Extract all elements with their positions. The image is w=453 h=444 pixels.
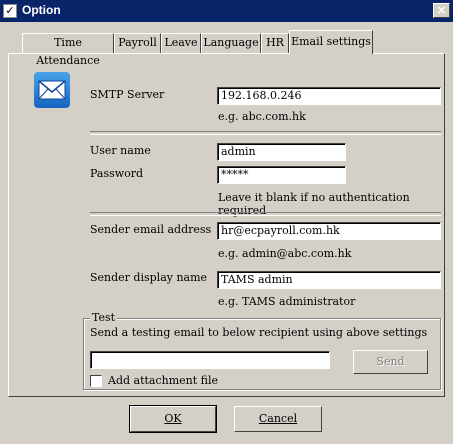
test-recipient-input[interactable] xyxy=(90,351,330,369)
tab-leave[interactable]: Leave xyxy=(161,33,201,53)
envelope-icon xyxy=(34,72,70,108)
cancel-button-label: Cancel xyxy=(258,412,298,425)
close-button[interactable]: × xyxy=(433,3,450,18)
title-bar: ✓ Option × xyxy=(0,0,453,22)
tab-hr[interactable]: HR xyxy=(261,33,289,53)
sender-name-label: Sender display name xyxy=(90,271,208,284)
test-description: Send a testing email to below recipient … xyxy=(90,326,428,339)
send-button[interactable]: Send xyxy=(353,350,428,374)
password-input[interactable]: ***** xyxy=(217,166,346,184)
cancel-button[interactable]: Cancel xyxy=(234,406,322,432)
sender-name-input[interactable]: TAMS admin xyxy=(217,271,441,289)
separator xyxy=(90,212,441,216)
tab-payroll[interactable]: Payroll xyxy=(114,33,161,53)
smtp-server-input[interactable]: 192.168.0.246 xyxy=(217,87,441,105)
separator xyxy=(90,131,441,135)
attachment-label: Add attachment file xyxy=(108,374,219,387)
test-group-title: Test xyxy=(90,311,118,324)
sender-name-hint: e.g. TAMS administrator xyxy=(218,295,356,308)
tab-time-attendance[interactable]: Time Attendance xyxy=(22,33,114,67)
smtp-server-label: SMTP Server xyxy=(90,88,165,101)
window-title: Option xyxy=(22,3,61,17)
username-label: User name xyxy=(90,144,151,157)
attachment-checkbox[interactable] xyxy=(90,375,102,387)
tab-email-settings[interactable]: Email settings xyxy=(289,30,373,54)
ok-button-label: OK xyxy=(164,412,182,425)
ok-button[interactable]: OK xyxy=(129,405,217,433)
sender-email-hint: e.g. admin@abc.com.hk xyxy=(218,247,352,260)
smtp-server-hint: e.g. abc.com.hk xyxy=(218,110,306,123)
tab-language[interactable]: Language xyxy=(201,33,261,53)
password-label: Password xyxy=(90,167,144,180)
username-input[interactable]: admin xyxy=(217,143,346,161)
sender-email-label: Sender email address xyxy=(90,223,212,236)
checkbox-icon: ✓ xyxy=(3,4,17,18)
sender-email-input[interactable]: hr@ecpayroll.com.hk xyxy=(217,222,441,240)
